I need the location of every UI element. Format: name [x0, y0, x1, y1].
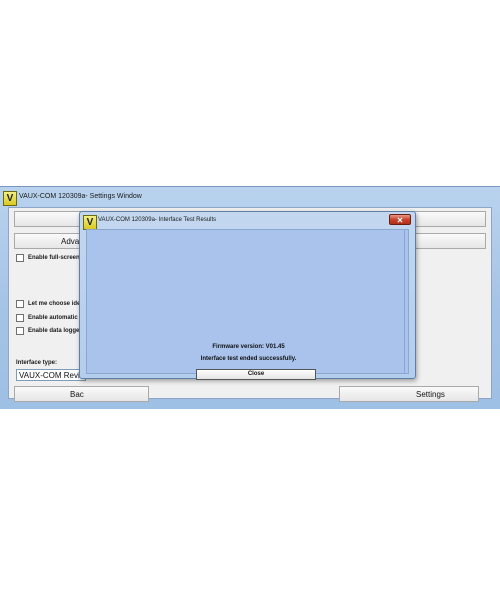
- interface-test-results-dialog: V VAUX-COM 120309a- Interface Test Resul…: [79, 211, 416, 380]
- checkbox-icon[interactable]: [16, 300, 24, 308]
- back-button-label: Bac: [70, 389, 84, 399]
- checkbox-icon[interactable]: [16, 314, 24, 322]
- interface-type-select[interactable]: VAUX-COM Revision: [16, 369, 86, 381]
- settings-window-title: VAUX-COM 120309a- Settings Window: [19, 193, 142, 200]
- dialog-client-area: Firmware version: V01.45 Interface test …: [86, 229, 409, 380]
- interface-type-label: Interface type:: [16, 360, 58, 366]
- settings-button[interactable]: Settings: [339, 386, 479, 402]
- settings-window-titlebar[interactable]: V VAUX-COM 120309a- Settings Window: [0, 187, 500, 207]
- dialog-title: VAUX-COM 120309a- Interface Test Results: [98, 217, 217, 223]
- checkbox-icon[interactable]: [16, 254, 24, 262]
- dialog-scrollbar[interactable]: [404, 230, 408, 373]
- settings-button-label: Settings: [416, 389, 445, 399]
- firmware-version-text: Firmware version: V01.45: [212, 344, 285, 350]
- test-result-text: Interface test ended successfully.: [200, 356, 297, 362]
- vauxcom-logo-icon: V: [83, 215, 97, 230]
- dialog-close-icon[interactable]: ✕: [389, 214, 411, 225]
- vauxcom-logo-icon: V: [3, 191, 17, 206]
- close-button[interactable]: Close: [196, 369, 316, 380]
- back-button[interactable]: Bac: [14, 386, 149, 402]
- desktop-screen: V VAUX-COM 120309a- Settings Window Adva…: [0, 0, 500, 600]
- checkbox-icon[interactable]: [16, 327, 24, 335]
